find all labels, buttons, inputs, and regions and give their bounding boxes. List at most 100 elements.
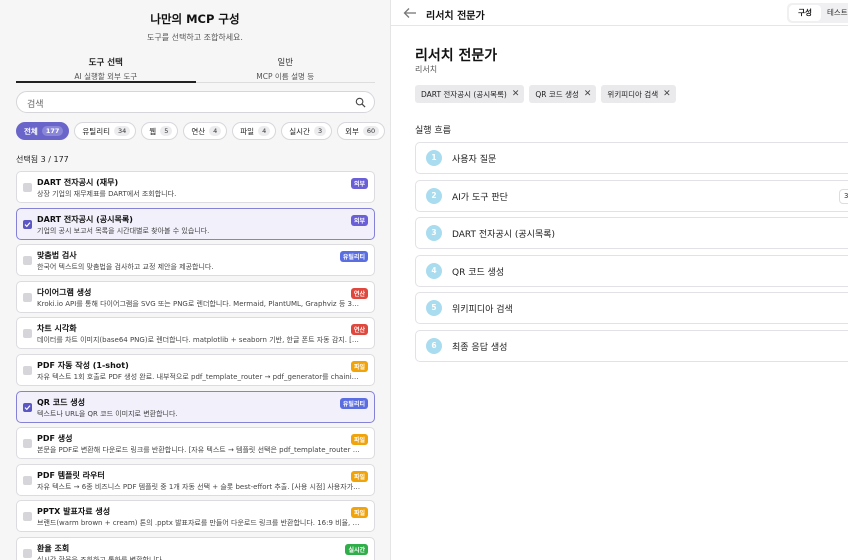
step-number: 1 [426,150,442,166]
chip-count: 4 [209,126,222,136]
flow-step: 4 QR 코드 생성 [415,254,848,287]
agent-config-panel: 리서치 전문가 구성 테스트 리서치 전문가 리서치 DART 전자공시 (공시… [391,0,848,560]
filter-chip-utility[interactable]: 유틸리티 34 [74,122,137,140]
tool-checkbox[interactable] [23,329,32,339]
step-label: 최종 응답 생성 [452,342,508,353]
filter-chip-all[interactable]: 전체 177 [16,122,70,140]
tool-description: Kroki.io API를 통해 다이어그램을 SVG 또는 PNG로 렌더합니… [37,299,362,308]
step-number: 4 [426,262,442,279]
search-placeholder: 검색 [27,100,44,110]
tool-list-item[interactable]: PDF 템플릿 라우터 자유 텍스트 → 6종 비즈니스 PDF 템플릿 중 1개… [16,463,375,496]
category-badge: 연산 [350,287,368,299]
tool-list-item[interactable]: 맞춤법 검사 한국어 텍스트의 맞춤법을 검사하고 교정 제안을 제공합니다. 유틸… [16,244,375,277]
tool-checkbox[interactable] [23,183,32,192]
tool-list-item[interactable]: 다이어그램 생성 Kroki.io API를 통해 다이어그램을 SVG 또는 P… [16,280,375,313]
close-icon[interactable]: ✕ [663,89,671,99]
tool-list-item[interactable]: DART 전자공시 (재무) 상장 기업의 재무제표를 DART에서 조회합니다.… [16,171,375,203]
flow-step: 6 최종 응답 생성 [415,329,848,362]
tool-title: PDF 자동 작성 (1-shot) [37,360,129,370]
panel-tabs: 도구 선택 AI 실행할 외부 도구 일반 MCP 이름 설명 등 [16,56,375,83]
close-icon[interactable]: ✕ [512,89,520,99]
selected-tool-tags: DART 전자공시 (공시목록) ✕ QR 코드 생성 ✕ 위키피디아 검색 ✕ [415,85,676,103]
panel-subtitle: 도구를 선택하고 조합하세요. [147,33,243,42]
search-input[interactable]: 검색 [16,91,375,113]
tool-list: DART 전자공시 (재무) 상장 기업의 재무제표를 DART에서 조회합니다.… [16,171,375,560]
step-number: 5 [426,300,442,317]
chip-label: 외부 [345,126,359,136]
step-number: 6 [426,337,442,354]
step-label: 위키피디아 검색 [452,305,513,316]
tool-list-item[interactable]: PDF 생성 본문을 PDF로 변환해 다운로드 링크를 반환합니다. [자유 텍… [16,427,375,460]
tool-checkbox[interactable] [23,475,32,485]
tool-list-item[interactable]: PPTX 발표자료 생성 브랜드(warm brown + cream) 톤의 .… [16,500,375,533]
tool-title: PDF 템플릿 라우터 [37,470,105,480]
chip-count: 177 [41,126,64,136]
tool-checkbox[interactable] [23,365,32,375]
tool-list-item[interactable]: 차트 시각화 데이터를 차트 이미지(base64 PNG)로 렌더합니다. ma… [16,317,375,350]
tab-label: 도구 선택 [88,58,123,68]
tag-label: QR 코드 생성 [535,89,579,99]
tool-checkbox[interactable] [23,292,32,302]
tool-checkbox[interactable] [23,402,32,412]
tool-title: 다이어그램 생성 [37,287,92,297]
tool-count-badge: 3 [839,188,848,204]
tool-list-item[interactable]: QR 코드 생성 텍스트나 URL을 QR 코드 이미지로 변환합니다. 유틸리티 [16,390,375,423]
search-icon[interactable] [355,97,366,108]
category-badge: 실시간 [345,543,368,555]
filter-chip-web[interactable]: 웹5 [141,122,179,140]
chip-label: 연산 [191,126,206,136]
chip-count: 34 [114,126,131,136]
chip-label: 파일 [240,126,255,136]
tool-description: 실시간 환율을 조회하고 통화를 변환합니다. [37,555,165,560]
category-badge: 외부 [350,214,368,226]
step-label: DART 전자공시 (공시목록) [452,230,556,241]
tag-label: DART 전자공시 (공시목록) [421,89,507,99]
tool-description: 데이터를 차트 이미지(base64 PNG)로 렌더합니다. matplotl… [37,336,362,345]
mode-test-button[interactable]: 테스트 [827,5,848,21]
chip-label: 전체 [24,126,38,136]
tab-tool-select[interactable]: 도구 선택 AI 실행할 외부 도구 [16,56,196,83]
back-arrow-icon[interactable] [403,7,417,19]
flow-step: 1 사용자 질문 [415,142,848,174]
tab-general[interactable]: 일반 MCP 이름 설명 등 [196,56,376,82]
category-badge: 파일 [350,434,368,446]
category-badge: 파일 [350,470,368,482]
tool-list-item[interactable]: DART 전자공시 (공시목록) 기업의 공시 보고서 목록을 시간대별로 찾아볼… [16,207,375,240]
step-label: 사용자 질문 [452,155,497,165]
tool-checkbox[interactable] [23,548,32,558]
tool-list-item[interactable]: 환율 조회 실시간 환율을 조회하고 통화를 변환합니다. 실시간 [16,536,375,560]
filter-chip-realtime[interactable]: 실시간 3 [281,122,333,140]
tool-description: 텍스트나 URL을 QR 코드 이미지로 변환합니다. [37,409,178,418]
chip-count: 3 [313,126,327,136]
step-number: 2 [426,187,442,204]
tool-description: 자유 텍스트 1회 호출로 PDF 생성 완료. 내부적으로 pdf_templ… [37,372,362,381]
filter-chip-file[interactable]: 파일 4 [232,122,277,140]
close-icon[interactable]: ✕ [584,89,592,99]
category-badge: 파일 [350,507,368,519]
tab-label: 일반 [277,58,294,68]
tab-sublabel: AI 실행할 외부 도구 [74,72,138,81]
chip-count: 4 [258,126,271,136]
tool-checkbox[interactable] [23,439,32,449]
mode-switch: 구성 테스트 [787,3,848,23]
tool-list-item[interactable]: PDF 자동 작성 (1-shot) 자유 텍스트 1회 호출로 PDF 생성 완… [16,353,375,386]
execution-flow: 1 사용자 질문 2 AI가 도구 판단 3 3 DART 전자공시 (공시목록) 4Q… [415,142,848,368]
category-badge: 연산 [350,324,368,336]
step-label: AI가 도구 판단 [452,192,508,203]
tool-title: DART 전자공시 (공시목록) [37,214,133,224]
tool-title: PPTX 발표자료 생성 [37,507,111,517]
filter-chip-compute[interactable]: 연산 4 [183,122,228,140]
tool-checkbox[interactable] [23,512,32,522]
check-icon [24,221,31,227]
flow-title: 실행 흐름 [415,126,451,136]
chip-count: 5 [160,126,173,136]
tool-checkbox[interactable] [23,256,32,266]
category-badge: 파일 [350,360,368,372]
step-number: 3 [426,225,442,242]
panel-header: 나만의 MCP 구성 도구를 선택하고 조합하세요. [0,0,390,43]
mode-config-button[interactable]: 구성 [789,5,821,21]
tool-description: 본문을 PDF로 변환해 다운로드 링크를 반환합니다. [자유 텍스트 → 템… [37,446,362,455]
tag-label: 위키피디아 검색 [607,89,659,99]
tool-checkbox[interactable] [23,219,32,229]
filter-chip-external[interactable]: 외부 60 [337,122,386,140]
